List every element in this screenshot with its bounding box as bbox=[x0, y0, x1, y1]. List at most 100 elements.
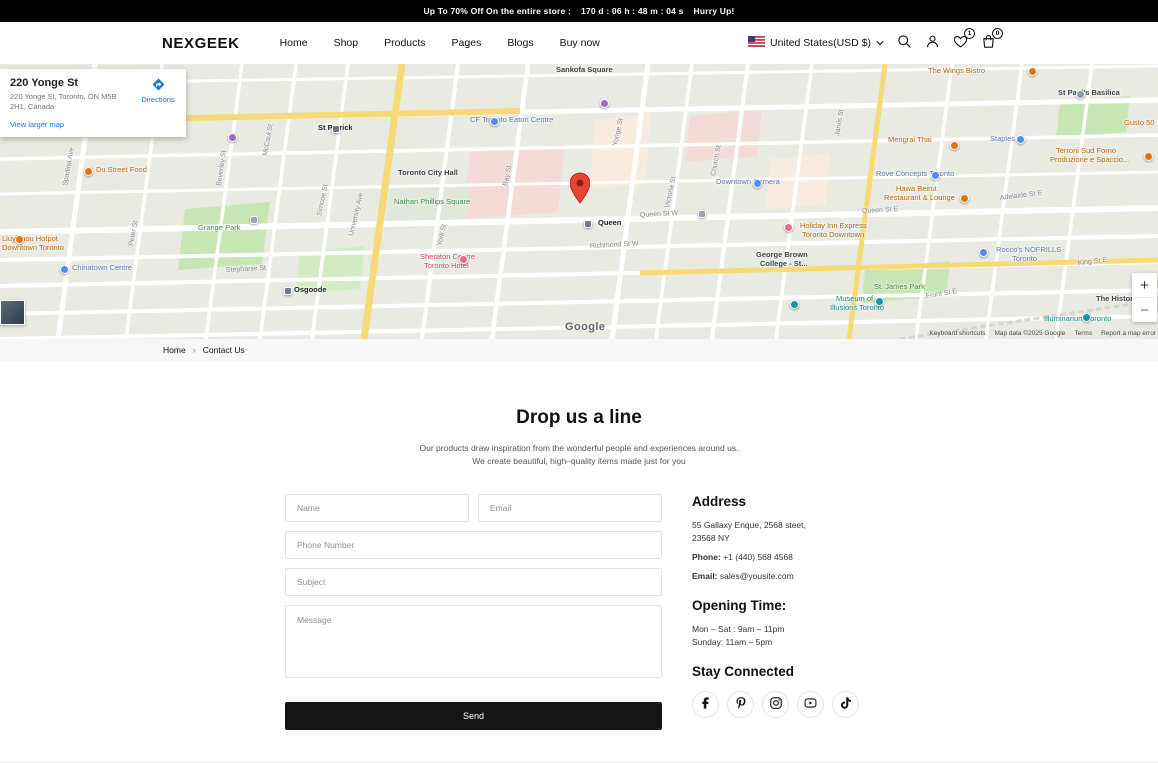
name-input[interactable] bbox=[285, 494, 469, 522]
chevron-down-icon bbox=[876, 37, 884, 49]
poi-pin-icon[interactable] bbox=[790, 300, 799, 309]
keyboard-shortcuts-link[interactable]: Keyboard shortcuts bbox=[929, 330, 985, 337]
youtube-icon bbox=[804, 697, 817, 712]
phone-label: Phone: bbox=[692, 552, 721, 562]
nav-pages[interactable]: Pages bbox=[452, 37, 482, 49]
subject-input[interactable] bbox=[285, 568, 662, 596]
nav-buy-now[interactable]: Buy now bbox=[560, 37, 600, 49]
instagram-link[interactable] bbox=[762, 691, 789, 718]
nav-shop[interactable]: Shop bbox=[334, 37, 359, 49]
directions-label: Directions bbox=[141, 95, 174, 104]
map-zoom-controls: + − bbox=[1132, 273, 1157, 322]
instagram-icon bbox=[770, 697, 782, 712]
message-textarea[interactable] bbox=[285, 605, 662, 678]
pinterest-icon bbox=[736, 697, 746, 712]
nav-home[interactable]: Home bbox=[280, 37, 308, 49]
poi-pin-icon[interactable] bbox=[1076, 90, 1085, 99]
announcement-countdown: 170 d : 06 h : 48 m : 04 s bbox=[581, 6, 684, 16]
directions-icon bbox=[152, 78, 165, 93]
opening-line-2: Sunday: 11am – 5pm bbox=[692, 636, 912, 649]
map-footer: Keyboard shortcuts Map data ©2025 Google… bbox=[929, 330, 1156, 337]
map-card-address: 220 Yonge St, Toronto, ON M5B 2H1, Canad… bbox=[10, 92, 122, 112]
streetview-thumb[interactable] bbox=[0, 300, 25, 325]
contact-form: Send bbox=[285, 494, 662, 730]
email-input[interactable] bbox=[478, 494, 662, 522]
nav-products[interactable]: Products bbox=[384, 37, 425, 49]
poi-pin-icon[interactable] bbox=[228, 133, 237, 142]
contact-info: Address 55 Gallaxy Enque, 2568 steet, 23… bbox=[692, 494, 912, 730]
transit-station-icon[interactable] bbox=[284, 287, 292, 295]
poi-pin-icon[interactable] bbox=[1016, 135, 1025, 144]
send-button[interactable]: Send bbox=[285, 702, 662, 730]
poi-pin-icon[interactable] bbox=[979, 248, 988, 257]
main-nav: Home Shop Products Pages Blogs Buy now bbox=[280, 37, 600, 49]
google-map[interactable]: Sankofa SquareThe Wings BistroSt Paul's … bbox=[0, 64, 1158, 339]
poi-pin-icon[interactable] bbox=[875, 297, 884, 306]
facebook-icon bbox=[702, 697, 709, 712]
pinterest-link[interactable] bbox=[727, 691, 754, 718]
youtube-link[interactable] bbox=[797, 691, 824, 718]
subtitle-line-2: We create beautiful, high–quality items … bbox=[0, 455, 1158, 468]
us-flag-icon bbox=[748, 36, 765, 50]
search-icon bbox=[897, 34, 912, 52]
cart-button[interactable]: 0 bbox=[981, 34, 996, 52]
poi-pin-icon[interactable] bbox=[459, 255, 468, 264]
transit-station-icon[interactable] bbox=[250, 216, 258, 224]
poi-pin-icon[interactable] bbox=[1028, 67, 1037, 76]
account-icon bbox=[925, 34, 940, 52]
poi-pin-icon[interactable] bbox=[600, 99, 609, 108]
view-larger-map-link[interactable]: View larger map bbox=[10, 120, 64, 129]
address-line-1: 55 Gallaxy Enque, 2568 steet, bbox=[692, 519, 912, 532]
poi-pin-icon[interactable] bbox=[784, 223, 793, 232]
report-error-link[interactable]: Report a map error bbox=[1101, 330, 1156, 337]
poi-pin-icon[interactable] bbox=[1082, 313, 1091, 322]
logo[interactable]: NEXGEEK bbox=[162, 35, 240, 52]
poi-pin-icon[interactable] bbox=[490, 117, 499, 126]
phone-input[interactable] bbox=[285, 531, 662, 559]
phone-value: +1 (440) 568 4568 bbox=[723, 552, 793, 562]
social-links bbox=[692, 691, 912, 718]
transit-station-icon[interactable] bbox=[332, 125, 340, 133]
poi-pin-icon[interactable] bbox=[60, 265, 69, 274]
transit-station-icon[interactable] bbox=[584, 220, 592, 228]
header-actions: United States(USD $) 1 0 bbox=[748, 34, 996, 52]
wishlist-button[interactable]: 1 bbox=[953, 34, 968, 52]
breadcrumb-chevron-icon: › bbox=[193, 345, 196, 355]
map-data-attribution: Map data ©2025 Google bbox=[994, 330, 1065, 337]
poi-pin-icon[interactable] bbox=[931, 171, 940, 180]
poi-pin-icon[interactable] bbox=[950, 141, 959, 150]
tiktok-link[interactable] bbox=[832, 691, 859, 718]
poi-pin-icon[interactable] bbox=[1144, 152, 1153, 161]
transit-station-icon[interactable] bbox=[698, 210, 706, 218]
facebook-link[interactable] bbox=[692, 691, 719, 718]
announcement-cta: Hurry Up! bbox=[694, 6, 735, 16]
contact-row: Send Address 55 Gallaxy Enque, 2568 stee… bbox=[0, 494, 1158, 730]
breadcrumb: Home › Contact Us bbox=[0, 339, 1158, 361]
email-value[interactable]: sales@yousite.com bbox=[720, 571, 794, 581]
zoom-out-button[interactable]: − bbox=[1132, 298, 1157, 322]
locale-label: United States(USD $) bbox=[770, 37, 871, 49]
phone-line: Phone: +1 (440) 568 4568 bbox=[692, 551, 912, 564]
email-line: Email: sales@yousite.com bbox=[692, 570, 912, 583]
address-line-2: 23568 NY bbox=[692, 532, 912, 545]
poi-pin-icon[interactable] bbox=[960, 194, 969, 203]
opening-time-title: Opening Time: bbox=[692, 598, 912, 613]
wishlist-count-badge: 1 bbox=[964, 28, 975, 39]
poi-pin-icon[interactable] bbox=[15, 235, 24, 244]
locale-selector[interactable]: United States(USD $) bbox=[748, 36, 884, 50]
search-button[interactable] bbox=[897, 34, 912, 52]
nav-blogs[interactable]: Blogs bbox=[507, 37, 533, 49]
contact-section: Drop us a line Our products draw inspira… bbox=[0, 361, 1158, 730]
directions-link[interactable]: Directions bbox=[138, 78, 178, 104]
tiktok-icon bbox=[841, 697, 851, 712]
announcement-message: Up To 70% Off On the entire store : bbox=[423, 6, 571, 16]
google-logo[interactable]: Google bbox=[565, 321, 605, 333]
account-button[interactable] bbox=[925, 34, 940, 52]
poi-pin-icon[interactable] bbox=[84, 167, 93, 176]
stay-connected-title: Stay Connected bbox=[692, 664, 912, 679]
breadcrumb-home[interactable]: Home bbox=[163, 345, 186, 355]
red-marker-icon[interactable] bbox=[570, 172, 590, 204]
terms-link[interactable]: Terms bbox=[1074, 330, 1092, 337]
zoom-in-button[interactable]: + bbox=[1132, 273, 1157, 297]
poi-pin-icon[interactable] bbox=[753, 179, 762, 188]
